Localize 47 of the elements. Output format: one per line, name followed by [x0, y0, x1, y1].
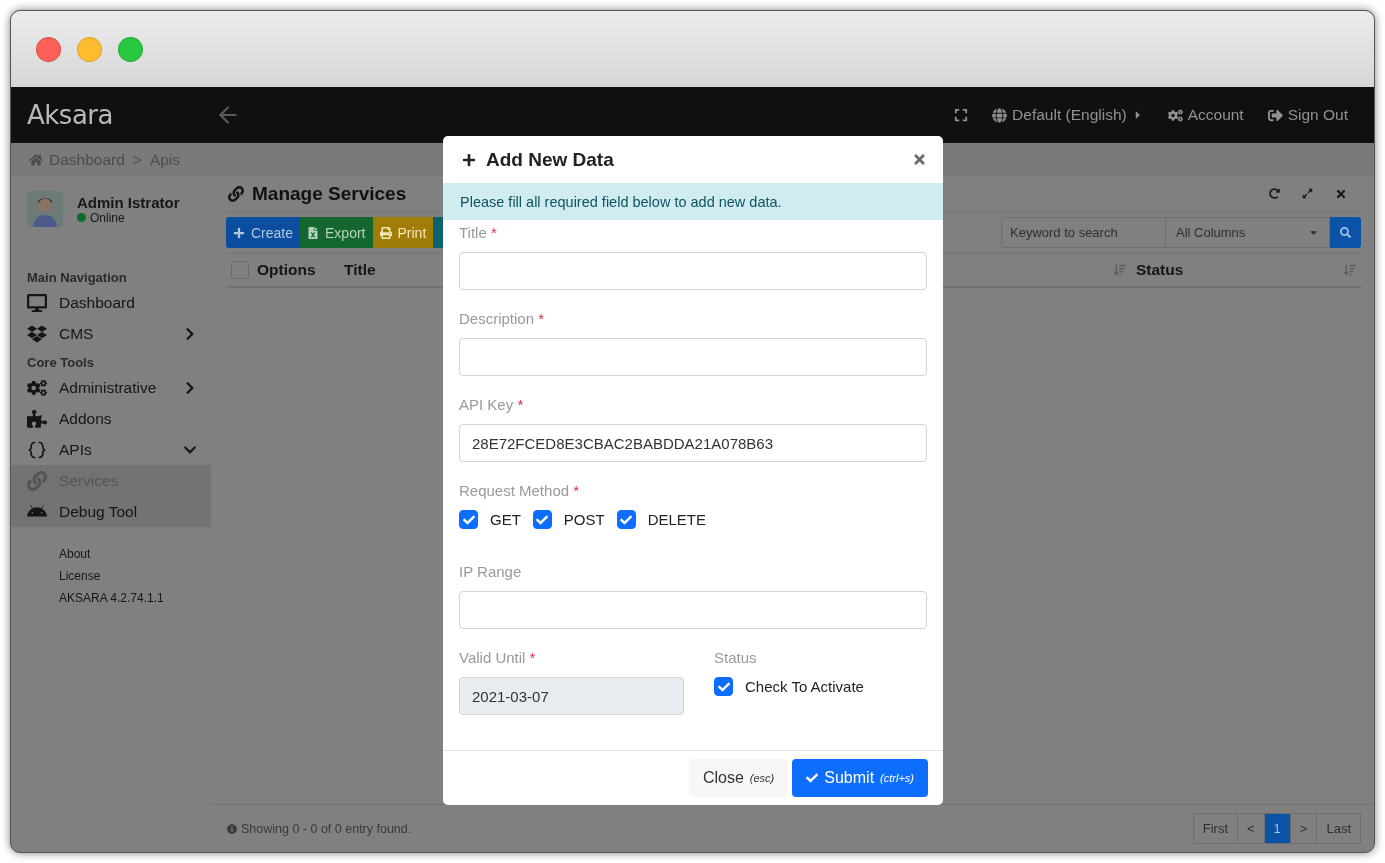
status-text: Showing 0 - 0 of 0 entry found.: [241, 821, 412, 836]
sidebar-item[interactable]: CMS: [11, 318, 211, 349]
footer-link[interactable]: License: [59, 569, 211, 583]
user-status: Online: [77, 210, 180, 225]
page-link[interactable]: First: [1192, 813, 1238, 844]
panel-title: Manage Services: [252, 182, 407, 205]
language-menu[interactable]: Default (English): [992, 106, 1144, 124]
page-link[interactable]: >: [1289, 813, 1318, 844]
checkbox-label: POST: [563, 511, 605, 528]
field-label: API Key *: [459, 396, 525, 415]
section-heading: Main Navigation: [26, 269, 128, 287]
column-header: Options: [257, 261, 317, 279]
checkbox-label: GET: [490, 511, 521, 528]
user-name: Admin Istrator: [77, 193, 180, 211]
input-field[interactable]: 28E72FCED8E3CBAC2BABDDA21A078B63: [459, 424, 927, 462]
modal-title: Add New Data: [486, 148, 614, 171]
sidebar-item[interactable]: Debug Tool: [11, 496, 211, 527]
section-heading: Core Tools: [26, 354, 95, 372]
page-link[interactable]: 1: [1263, 813, 1291, 844]
field-label: Status: [714, 649, 758, 668]
sidebar-item[interactable]: Administrative: [11, 372, 211, 403]
close-button[interactable]: Close (esc): [688, 759, 789, 797]
field-label: Description *: [459, 310, 546, 329]
footer-link[interactable]: About: [59, 547, 211, 561]
info-alert: Please fill all required field below to add new data.: [443, 183, 943, 220]
sidebar-item[interactable]: Dashboard: [11, 287, 211, 318]
print-button[interactable]: Print: [372, 217, 434, 248]
account-link[interactable]: Account: [1167, 106, 1244, 124]
checkbox-label: DELETE: [647, 511, 707, 528]
column-header[interactable]: Status: [1136, 261, 1336, 279]
footer-link[interactable]: AKSARA 4.2.74.1.1: [59, 591, 211, 605]
sidebar-item[interactable]: Addons: [11, 403, 211, 434]
sidebar-item[interactable]: APIs: [11, 434, 211, 465]
breadcrumb-separator: >: [132, 150, 142, 169]
field-label: IP Range: [459, 563, 523, 582]
submit-button[interactable]: Submit (ctrl+s): [792, 759, 928, 797]
field-label: Title *: [459, 224, 498, 243]
field-label: Request Method *: [459, 482, 581, 501]
column-select[interactable]: All Columns: [1166, 217, 1330, 248]
page-link[interactable]: Last: [1316, 813, 1361, 844]
field-label: Valid Until *: [459, 649, 537, 668]
sign-out-link[interactable]: Sign Out: [1267, 106, 1348, 124]
search-field[interactable]: Keyword to search: [1001, 217, 1166, 248]
export-button[interactable]: Export: [300, 217, 373, 248]
brand-logo[interactable]: Aksara: [27, 100, 215, 130]
create-button[interactable]: Create: [226, 217, 301, 248]
checkbox-label: Check To Activate: [745, 678, 864, 695]
